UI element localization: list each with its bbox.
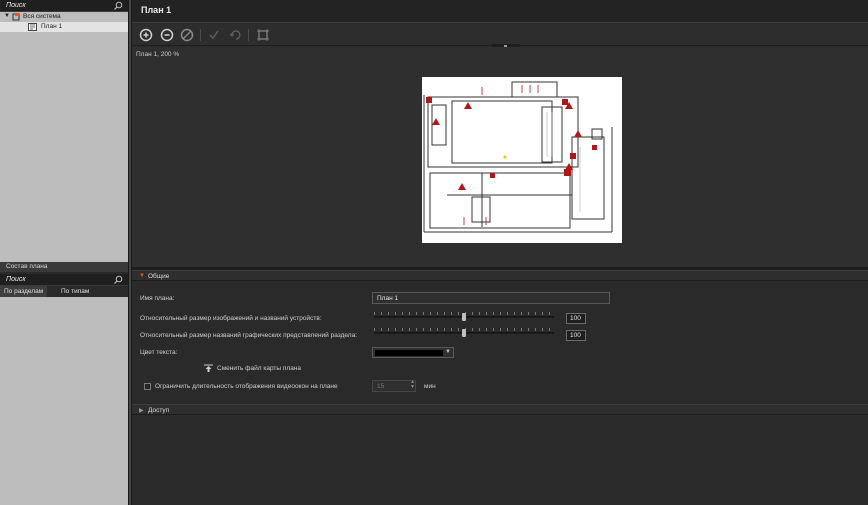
upload-icon[interactable] <box>204 364 213 372</box>
tree-item-plan[interactable]: План 1 <box>0 22 128 32</box>
tree-item-label: Вся система <box>23 13 61 20</box>
plan-icon <box>28 23 37 31</box>
plan-name-input[interactable]: План 1 <box>372 292 610 304</box>
graphic-size-slider[interactable] <box>374 328 554 338</box>
color-swatch <box>375 350 443 356</box>
access-body <box>132 417 868 505</box>
search-icon[interactable] <box>113 1 123 11</box>
undo-icon[interactable] <box>228 28 242 42</box>
limit-checkbox[interactable] <box>144 383 151 390</box>
dropdown-arrow-icon[interactable]: ▼ <box>445 349 451 355</box>
zoom-out-icon[interactable] <box>160 28 174 42</box>
slider-thumb[interactable] <box>462 329 466 337</box>
search-placeholder: Поиск <box>6 2 26 9</box>
text-color-picker[interactable]: ▼ <box>372 347 454 358</box>
device-size-label: Относительный размер изображений и назва… <box>140 315 322 322</box>
tab-by-sections[interactable]: По разделам <box>0 286 48 297</box>
floor-plan-drawing <box>423 81 613 233</box>
search-placeholder: Поиск <box>6 276 26 283</box>
toolbar-separator <box>200 29 201 41</box>
frame-icon[interactable] <box>256 28 270 42</box>
grouping-tabs: По разделам По типам <box>0 286 128 297</box>
graphic-size-value[interactable]: 100 <box>566 330 586 341</box>
slider-thumb[interactable] <box>462 313 466 321</box>
search-icon[interactable] <box>113 275 123 285</box>
plan-name-label: Имя плана: <box>140 295 175 302</box>
device-size-slider[interactable] <box>374 312 554 322</box>
spin-arrows-icon[interactable]: ▲ ▼ <box>410 380 415 390</box>
text-color-label: Цвет текста: <box>140 349 178 356</box>
graphic-size-label: Относительный размер названий графически… <box>140 332 358 339</box>
tab-by-types[interactable]: По типам <box>57 286 93 297</box>
toolbar <box>132 24 868 50</box>
page-title: План 1 <box>141 5 172 15</box>
section-general-header[interactable]: ▼ Общие <box>132 270 868 281</box>
toolbar-separator <box>248 29 249 41</box>
fit-disabled-icon[interactable] <box>180 28 194 42</box>
expand-arrow-icon[interactable]: ▶ <box>139 407 144 414</box>
tree-item-system[interactable]: ▼ Вся система <box>0 12 128 22</box>
system-tree: ▼ Вся система План 1 <box>0 12 128 262</box>
search-field[interactable]: Поиск <box>0 0 128 12</box>
section-title: Общие <box>148 273 170 280</box>
limit-label: Ограничить длительность отображения виде… <box>155 383 338 390</box>
change-plan-file-button[interactable]: Сменить файл карты плана <box>217 365 301 372</box>
title-bar: План 1 <box>132 0 868 23</box>
device-size-value[interactable]: 100 <box>566 313 586 324</box>
expand-arrow-icon[interactable]: ▼ <box>4 13 10 19</box>
composition-list <box>0 297 128 505</box>
section-title: Доступ <box>148 407 170 414</box>
plan-zoom-label: План 1, 200 % <box>136 51 180 58</box>
section-access-header[interactable]: ▶ Доступ <box>132 404 868 415</box>
apply-icon[interactable] <box>207 28 221 42</box>
tree-item-label: План 1 <box>41 23 63 30</box>
floor-plan-image[interactable] <box>422 77 622 243</box>
zoom-in-icon[interactable] <box>139 28 153 42</box>
plan-view[interactable]: План 1, 200 % <box>132 47 868 267</box>
search-field-2[interactable]: Поиск <box>0 274 128 286</box>
general-settings: Имя плана: План 1 Относительный размер и… <box>132 281 868 404</box>
system-icon <box>12 13 20 21</box>
composition-title: Состав плана <box>0 262 128 272</box>
limit-unit: мин <box>424 383 436 390</box>
collapse-arrow-icon[interactable]: ▼ <box>139 273 145 279</box>
left-panel: Поиск ▼ Вся система План 1 Состав плана <box>0 0 128 505</box>
